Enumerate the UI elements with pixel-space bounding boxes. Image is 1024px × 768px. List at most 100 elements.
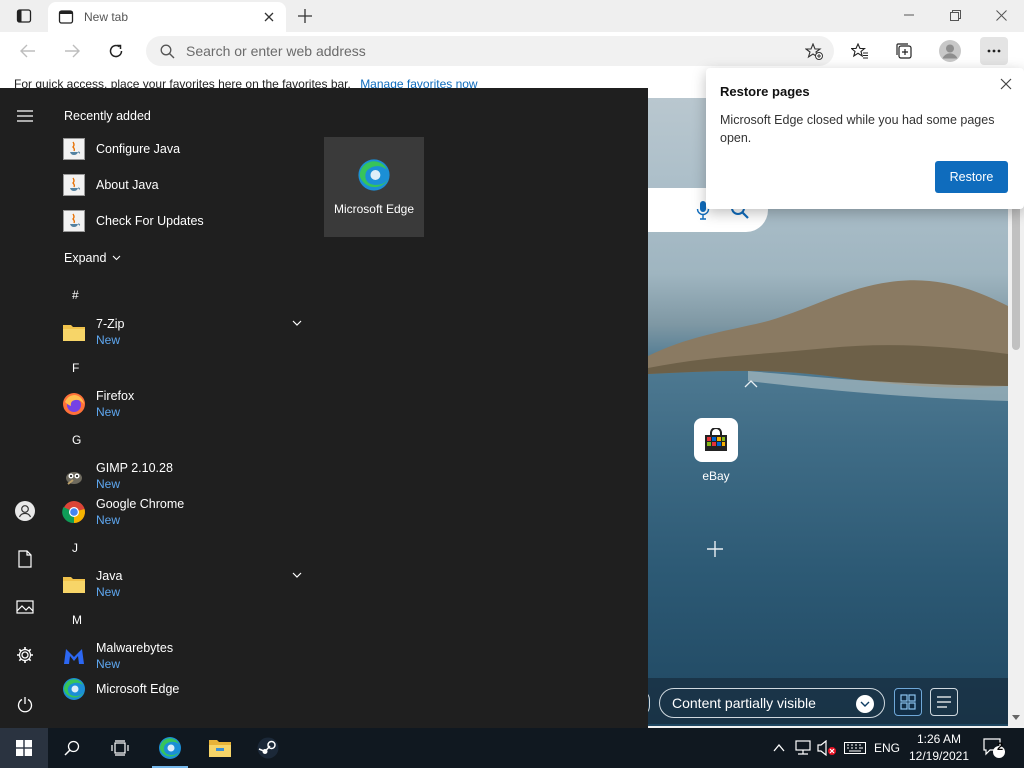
- file-explorer-icon: [209, 740, 231, 757]
- app-malwarebytes[interactable]: Malwarebytes New: [62, 636, 310, 676]
- address-bar[interactable]: [146, 36, 834, 66]
- tile-microsoft-edge[interactable]: Microsoft Edge: [324, 137, 424, 237]
- forward-button[interactable]: [58, 37, 86, 65]
- letter-header-m[interactable]: M: [72, 613, 82, 627]
- app-check-for-updates[interactable]: Check For Updates: [62, 204, 310, 238]
- new-badge: New: [96, 513, 121, 527]
- app-firefox[interactable]: Firefox New: [62, 384, 310, 424]
- tab-actions-button[interactable]: [10, 6, 38, 26]
- browser-toolbar: [0, 32, 1024, 70]
- app-name: Java: [96, 569, 123, 583]
- restore-dialog-message: Microsoft Edge closed while you had some…: [720, 113, 995, 145]
- start-menu-expand-button[interactable]: [10, 101, 40, 131]
- star-add-icon: [805, 42, 823, 60]
- tab-new-tab[interactable]: New tab: [48, 2, 286, 32]
- restore-button[interactable]: Restore: [935, 161, 1008, 193]
- power-button[interactable]: [10, 689, 40, 719]
- documents-button[interactable]: [10, 544, 40, 574]
- letter-header-g[interactable]: G: [72, 433, 81, 447]
- new-badge: New: [96, 657, 121, 671]
- clock-date: 12/19/2021: [908, 749, 970, 763]
- task-view-icon: [111, 740, 129, 756]
- new-badge: New: [96, 333, 121, 347]
- java-icon: [62, 137, 86, 161]
- restore-dialog-close-button[interactable]: [996, 74, 1016, 94]
- new-badge: New: [96, 477, 121, 491]
- quick-link-ebay[interactable]: [694, 418, 738, 462]
- network-button[interactable]: [792, 728, 814, 768]
- letter-header-j[interactable]: J: [72, 541, 78, 555]
- folder-icon: [62, 320, 86, 344]
- scroll-down-icon[interactable]: [1011, 714, 1021, 722]
- grid-layout-button[interactable]: [894, 688, 922, 716]
- show-hidden-icons-button[interactable]: [770, 728, 788, 768]
- taskbar-steam[interactable]: [244, 728, 292, 768]
- profile-button[interactable]: [936, 37, 964, 65]
- volume-button[interactable]: [816, 728, 838, 768]
- refresh-button[interactable]: [102, 37, 130, 65]
- address-input[interactable]: [186, 43, 746, 59]
- restore-dialog-title: Restore pages: [720, 84, 810, 99]
- tile-label: Microsoft Edge: [333, 202, 415, 216]
- action-center-button[interactable]: 2: [978, 728, 1010, 768]
- favorites-button[interactable]: [846, 37, 874, 65]
- power-icon: [17, 696, 33, 712]
- expand-button[interactable]: Expand: [64, 251, 121, 265]
- chevron-up-icon[interactable]: [744, 380, 758, 388]
- task-view-button[interactable]: [96, 728, 144, 768]
- app-7-zip[interactable]: 7-Zip New: [62, 312, 310, 352]
- taskbar-clock[interactable]: 1:26 AM 12/19/2021: [906, 731, 972, 765]
- settings-more-button[interactable]: [980, 37, 1008, 65]
- start-button[interactable]: [0, 728, 48, 768]
- quick-link-label: eBay: [702, 469, 730, 483]
- close-window-button[interactable]: [978, 2, 1024, 28]
- input-language-button[interactable]: ENG: [872, 728, 902, 768]
- back-button[interactable]: [14, 37, 42, 65]
- shopping-bag-icon: [705, 428, 727, 451]
- chevron-down-icon[interactable]: [292, 572, 302, 578]
- app-gimp[interactable]: GIMP 2.10.28 New: [62, 456, 310, 496]
- more-dots-icon: [987, 49, 1001, 53]
- add-favorite-button[interactable]: [804, 42, 824, 60]
- minimize-button[interactable]: [886, 2, 932, 28]
- taskbar-search-button[interactable]: [48, 728, 96, 768]
- minimize-icon: [904, 14, 914, 16]
- search-icon: [160, 43, 176, 59]
- start-app-list: Recently added Configure Java About Java…: [50, 88, 312, 728]
- favorites-icon: [851, 43, 868, 59]
- list-layout-button[interactable]: [930, 688, 958, 716]
- chevron-down-icon[interactable]: [292, 320, 302, 326]
- settings-button[interactable]: [10, 640, 40, 670]
- restore-window-button[interactable]: [932, 2, 978, 28]
- letter-header-f[interactable]: F: [72, 361, 79, 375]
- collections-button[interactable]: [890, 37, 918, 65]
- app-name: Google Chrome: [96, 497, 185, 511]
- taskbar-file-explorer[interactable]: [196, 728, 244, 768]
- user-account-button[interactable]: [10, 496, 40, 526]
- forward-arrow-icon: [65, 44, 80, 58]
- close-tab-button[interactable]: [258, 6, 280, 28]
- new-tab-button[interactable]: [292, 4, 318, 28]
- java-icon: [62, 173, 86, 197]
- pictures-button[interactable]: [10, 592, 40, 622]
- content-visibility-dropdown[interactable]: Content partially visible: [659, 688, 885, 718]
- app-microsoft-edge[interactable]: Microsoft Edge: [62, 672, 310, 706]
- app-name: Firefox: [96, 389, 135, 403]
- app-configure-java[interactable]: Configure Java: [62, 132, 310, 166]
- letter-header-hash[interactable]: #: [72, 288, 79, 302]
- taskbar-edge[interactable]: [146, 728, 194, 768]
- chrome-icon: [62, 500, 86, 524]
- chevron-down-icon: [113, 255, 121, 261]
- app-java-folder[interactable]: Java New: [62, 564, 310, 604]
- document-icon: [18, 550, 32, 568]
- chevron-down-icon: [856, 695, 874, 713]
- add-quick-link-button[interactable]: [704, 538, 726, 560]
- plus-icon: [707, 541, 723, 557]
- app-about-java[interactable]: About Java: [62, 168, 310, 202]
- app-google-chrome[interactable]: Google Chrome New: [62, 492, 310, 532]
- clock-time: 1:26 AM: [916, 732, 962, 746]
- app-name: Malwarebytes: [96, 641, 174, 655]
- touch-keyboard-button[interactable]: [842, 728, 868, 768]
- tab-panel-icon: [16, 9, 32, 23]
- tab-strip: New tab: [0, 0, 1024, 32]
